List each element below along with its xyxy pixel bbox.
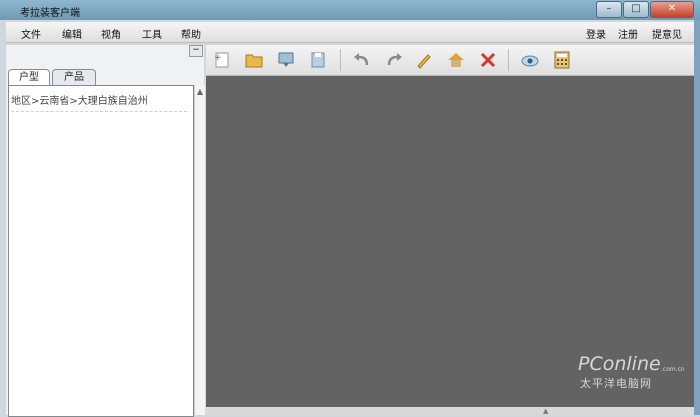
calculator-icon[interactable]: [552, 50, 572, 70]
new-icon[interactable]: +: [212, 50, 232, 70]
home-icon[interactable]: [446, 50, 466, 70]
svg-text:+: +: [214, 53, 222, 63]
toolbar-separator: [508, 49, 509, 71]
open-folder-icon[interactable]: [244, 50, 264, 70]
tree-view: 地区>云南省>大理白族自治州: [8, 85, 194, 417]
window-controls: – □ ✕: [595, 1, 694, 18]
minimize-button[interactable]: –: [596, 1, 622, 18]
undo-icon[interactable]: [352, 50, 372, 70]
watermark-logo: PConline: [578, 353, 661, 375]
menu-bar: 文件 编辑 视角 工具 帮助 登录 注册 提意见: [6, 22, 694, 43]
menu-view[interactable]: 视角: [101, 26, 121, 41]
breadcrumb[interactable]: 地区>云南省>大理白族自治州: [11, 92, 187, 112]
menu-tools[interactable]: 工具: [142, 26, 162, 41]
scroll-up-arrow-icon[interactable]: ▲: [195, 87, 205, 96]
toolbar-separator: [340, 49, 341, 71]
bottom-panel-handle[interactable]: ▲: [206, 407, 694, 415]
close-button[interactable]: ✕: [650, 1, 694, 18]
download-icon[interactable]: [276, 50, 296, 70]
save-icon[interactable]: [308, 50, 328, 70]
window-title: 考拉装客户端: [20, 8, 80, 19]
feedback-link[interactable]: 提意见: [652, 26, 682, 41]
title-bar: 考拉装客户端 – □ ✕: [0, 0, 700, 20]
left-panel: − 户型 产品 地区>云南省>大理白族自治州 ▲: [6, 45, 205, 417]
login-link[interactable]: 登录: [586, 26, 606, 41]
watermark-cn: 太平洋电脑网: [580, 377, 652, 390]
view-icon[interactable]: [520, 50, 540, 70]
toolbar: +: [206, 45, 694, 76]
window-frame-right: [694, 20, 700, 415]
vertical-scrollbar[interactable]: ▲: [194, 85, 205, 415]
edit-icon[interactable]: [414, 50, 434, 70]
menu-file[interactable]: 文件: [21, 26, 41, 41]
menu-help[interactable]: 帮助: [181, 26, 201, 41]
tab-products[interactable]: 产品: [52, 69, 96, 86]
watermark-domain: .com.cn: [661, 366, 685, 373]
expand-up-arrow-icon[interactable]: ▲: [543, 407, 548, 415]
menu-edit[interactable]: 编辑: [62, 26, 82, 41]
tab-floorplan[interactable]: 户型: [8, 69, 50, 86]
maximize-button[interactable]: □: [623, 1, 649, 18]
register-link[interactable]: 注册: [618, 26, 638, 41]
redo-icon[interactable]: [384, 50, 404, 70]
delete-icon[interactable]: [478, 50, 498, 70]
collapse-panel-button[interactable]: −: [189, 45, 203, 57]
